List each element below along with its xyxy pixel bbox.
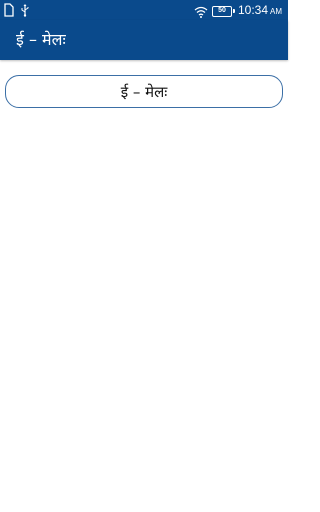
- email-label-button[interactable]: ई – मेलः: [5, 75, 283, 108]
- status-bar: 50 10:34 AM: [0, 0, 288, 20]
- email-label-text: ई – मेलः: [120, 82, 168, 101]
- clock-time: 10:34: [237, 3, 268, 17]
- clock: 10:34 AM: [238, 2, 282, 20]
- status-left: [4, 3, 30, 17]
- usb-icon: [20, 3, 30, 17]
- app-bar: ई – मेलः: [0, 20, 288, 60]
- battery-icon: 50: [211, 5, 235, 17]
- battery-level: 50: [218, 6, 226, 14]
- wifi-icon: [194, 5, 208, 18]
- clock-ampm: AM: [270, 7, 282, 16]
- status-right: 50 10:34 AM: [194, 2, 282, 20]
- app-title: ई – मेलः: [16, 30, 66, 49]
- sim-card-icon: [4, 3, 14, 17]
